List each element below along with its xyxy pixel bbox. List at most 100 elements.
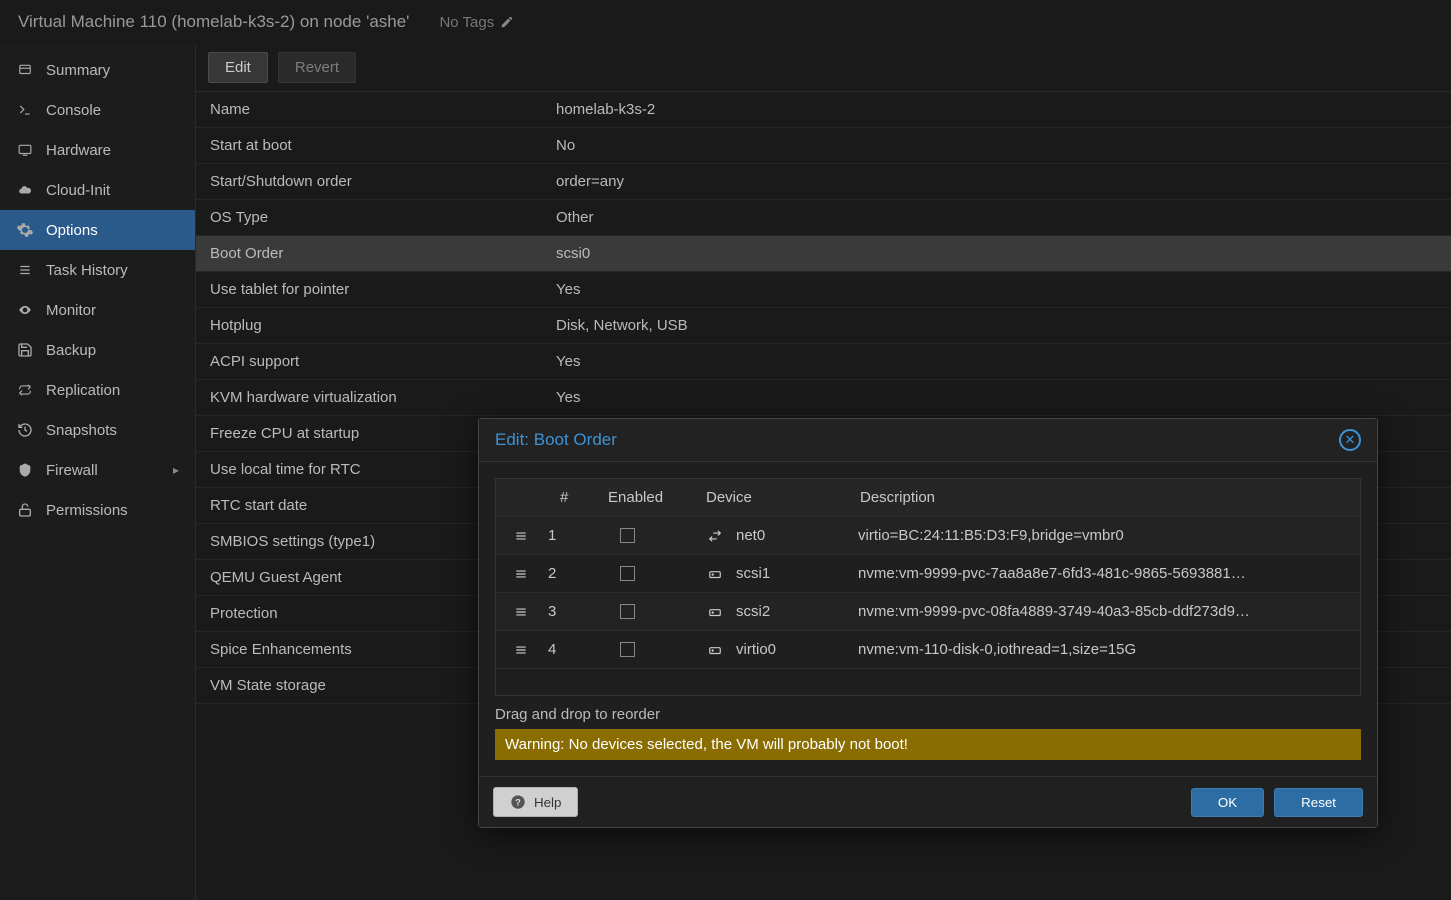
sidebar-item-label: Console bbox=[46, 102, 101, 119]
sidebar-item-label: Cloud-Init bbox=[46, 182, 110, 199]
option-row[interactable]: Start/Shutdown orderorder=any bbox=[196, 164, 1451, 200]
gear-icon bbox=[16, 221, 34, 239]
enabled-checkbox[interactable] bbox=[620, 642, 635, 657]
pencil-icon bbox=[500, 15, 514, 29]
cloud-icon bbox=[16, 183, 34, 197]
row-number: 3 bbox=[546, 603, 598, 620]
sidebar-item-label: Monitor bbox=[46, 302, 96, 319]
option-row[interactable]: Start at bootNo bbox=[196, 128, 1451, 164]
enabled-checkbox[interactable] bbox=[620, 528, 635, 543]
list-icon bbox=[16, 263, 34, 277]
option-key: KVM hardware virtualization bbox=[196, 389, 556, 406]
revert-button[interactable]: Revert bbox=[278, 52, 356, 83]
drag-handle-icon[interactable] bbox=[496, 567, 546, 581]
close-icon[interactable]: ✕ bbox=[1339, 429, 1361, 451]
sidebar-item-label: Options bbox=[46, 222, 98, 239]
col-number[interactable]: # bbox=[546, 489, 598, 506]
sidebar-item-label: Permissions bbox=[46, 502, 128, 519]
sidebar-item-firewall[interactable]: Firewall▸ bbox=[0, 450, 195, 490]
boot-order-row[interactable]: 1net0virtio=BC:24:11:B5:D3:F9,bridge=vmb… bbox=[496, 517, 1360, 555]
sidebar-item-label: Firewall bbox=[46, 462, 98, 479]
sidebar-item-task-history[interactable]: Task History bbox=[0, 250, 195, 290]
sidebar-item-label: Summary bbox=[46, 62, 110, 79]
option-value: order=any bbox=[556, 173, 1451, 190]
option-key: ACPI support bbox=[196, 353, 556, 370]
svg-text:?: ? bbox=[515, 797, 521, 807]
sidebar-item-label: Snapshots bbox=[46, 422, 117, 439]
boot-order-row[interactable]: 2scsi1nvme:vm-9999-pvc-7aa8a8e7-6fd3-481… bbox=[496, 555, 1360, 593]
history-icon bbox=[16, 422, 34, 438]
device-name: virtio0 bbox=[736, 641, 776, 658]
option-row[interactable]: Boot Orderscsi0 bbox=[196, 236, 1451, 272]
page-title: Virtual Machine 110 (homelab-k3s-2) on n… bbox=[18, 12, 409, 32]
drag-handle-icon[interactable] bbox=[496, 529, 546, 543]
option-row[interactable]: KVM hardware virtualizationYes bbox=[196, 380, 1451, 416]
dialog-title: Edit: Boot Order bbox=[495, 430, 617, 450]
sidebar-item-console[interactable]: Console bbox=[0, 90, 195, 130]
sidebar-item-replication[interactable]: Replication bbox=[0, 370, 195, 410]
device-description: nvme:vm-9999-pvc-7aa8a8e7-6fd3-481c-9865… bbox=[846, 565, 1360, 582]
sidebar-item-label: Backup bbox=[46, 342, 96, 359]
hardware-icon bbox=[16, 143, 34, 157]
option-value: Yes bbox=[556, 389, 1451, 406]
device-description: nvme:vm-9999-pvc-08fa4889-3749-40a3-85cb… bbox=[846, 603, 1360, 620]
drag-handle-icon[interactable] bbox=[496, 605, 546, 619]
drag-handle-icon[interactable] bbox=[496, 643, 546, 657]
option-row[interactable]: Namehomelab-k3s-2 bbox=[196, 92, 1451, 128]
sidebar-item-backup[interactable]: Backup bbox=[0, 330, 195, 370]
edit-button[interactable]: Edit bbox=[208, 52, 268, 83]
sidebar-item-hardware[interactable]: Hardware bbox=[0, 130, 195, 170]
sidebar-item-options[interactable]: Options bbox=[0, 210, 195, 250]
sidebar-item-label: Replication bbox=[46, 382, 120, 399]
row-number: 2 bbox=[546, 565, 598, 582]
option-key: Hotplug bbox=[196, 317, 556, 334]
option-value: scsi0 bbox=[556, 245, 1451, 262]
option-value: homelab-k3s-2 bbox=[556, 101, 1451, 118]
replicate-icon bbox=[16, 383, 34, 397]
enabled-checkbox[interactable] bbox=[620, 604, 635, 619]
col-device[interactable]: Device bbox=[698, 489, 846, 506]
option-row[interactable]: ACPI supportYes bbox=[196, 344, 1451, 380]
option-key: Start/Shutdown order bbox=[196, 173, 556, 190]
sidebar-item-permissions[interactable]: Permissions bbox=[0, 490, 195, 530]
boot-order-row[interactable]: 3 scsi2 nvme:vm-9999-pvc-08fa4889-3749-40a… bbox=[496, 593, 1360, 631]
console-icon bbox=[16, 103, 34, 117]
option-key: Start at boot bbox=[196, 137, 556, 154]
enabled-checkbox[interactable] bbox=[620, 566, 635, 581]
warning-banner: Warning: No devices selected, the VM wil… bbox=[495, 729, 1361, 760]
summary-icon bbox=[16, 63, 34, 77]
option-key: Name bbox=[196, 101, 556, 118]
option-row[interactable]: HotplugDisk, Network, USB bbox=[196, 308, 1451, 344]
device-name: net0 bbox=[736, 527, 765, 544]
sidebar-item-snapshots[interactable]: Snapshots bbox=[0, 410, 195, 450]
ok-button[interactable]: OK bbox=[1191, 788, 1264, 817]
option-row[interactable]: OS TypeOther bbox=[196, 200, 1451, 236]
disk-icon bbox=[706, 643, 724, 657]
sidebar-item-monitor[interactable]: Monitor bbox=[0, 290, 195, 330]
question-icon: ? bbox=[510, 794, 526, 810]
unlock-icon bbox=[16, 501, 34, 519]
device-description: nvme:vm-110-disk-0,iothread=1,size=15G bbox=[846, 641, 1360, 658]
option-row[interactable]: Use tablet for pointerYes bbox=[196, 272, 1451, 308]
disk-icon bbox=[706, 605, 724, 619]
help-button[interactable]: ? Help bbox=[493, 787, 578, 817]
sidebar-item-label: Task History bbox=[46, 262, 128, 279]
reorder-hint: Drag and drop to reorder bbox=[495, 706, 1361, 723]
row-number: 1 bbox=[546, 527, 598, 544]
table-header-row: # Enabled Device Description bbox=[496, 479, 1360, 517]
col-enabled[interactable]: Enabled bbox=[598, 489, 698, 506]
option-value: Disk, Network, USB bbox=[556, 317, 1451, 334]
reset-button[interactable]: Reset bbox=[1274, 788, 1363, 817]
tags-area[interactable]: No Tags bbox=[439, 14, 514, 31]
option-key: Boot Order bbox=[196, 245, 556, 262]
col-description[interactable]: Description bbox=[846, 489, 1360, 506]
boot-order-row[interactable]: 4virtio0nvme:vm-110-disk-0,iothread=1,si… bbox=[496, 631, 1360, 669]
device-name: scsi2 bbox=[736, 603, 770, 620]
option-key: Use tablet for pointer bbox=[196, 281, 556, 298]
save-icon bbox=[16, 342, 34, 358]
sidebar-item-summary[interactable]: Summary bbox=[0, 50, 195, 90]
sidebar-item-cloud-init[interactable]: Cloud-Init bbox=[0, 170, 195, 210]
disk-icon bbox=[706, 567, 724, 581]
eye-icon bbox=[16, 303, 34, 317]
option-value: Other bbox=[556, 209, 1451, 226]
